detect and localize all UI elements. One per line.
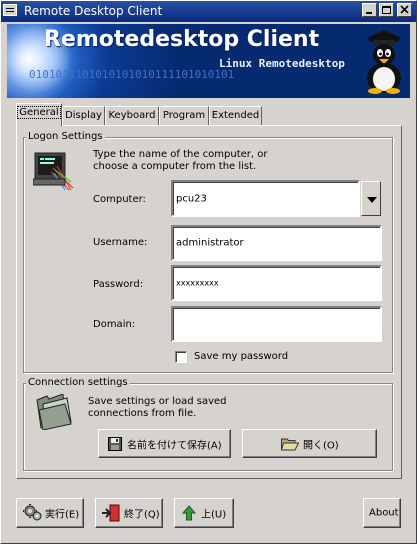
connection-text-line2: connections from file. — [88, 408, 197, 419]
computer-dropdown-button[interactable] — [361, 181, 381, 216]
tab-label: Program — [162, 110, 206, 121]
title-bar: Remote Desktop Client — [0, 0, 417, 22]
maximize-button[interactable] — [379, 3, 394, 17]
tab-general[interactable]: General — [16, 103, 62, 126]
computer-label: Computer: — [93, 194, 146, 205]
minimize-button[interactable] — [362, 3, 377, 17]
save-disk-icon — [108, 436, 122, 451]
open-label: 開く(O) — [303, 440, 339, 451]
save-password-label[interactable]: Save my password — [194, 350, 288, 363]
close-button[interactable] — [397, 3, 412, 17]
folder-icon — [36, 394, 72, 430]
run-label: 実行(E) — [45, 509, 80, 521]
save-password-checkbox[interactable] — [175, 351, 187, 363]
username-input[interactable]: administrator — [171, 225, 382, 261]
tab-label: General — [17, 106, 61, 119]
banner-subtitle: Linux Remotedesktop — [219, 57, 345, 70]
exit-label: 終了(Q) — [124, 509, 160, 521]
password-label: Password: — [93, 279, 144, 290]
password-value: xxxxxxxxx — [176, 278, 219, 288]
about-button[interactable]: About — [363, 498, 401, 528]
banner-title: Remotedesktop Client — [44, 27, 320, 52]
computer-combobox-input[interactable]: pcu23 — [171, 180, 360, 217]
tab-program[interactable]: Program — [159, 106, 209, 125]
computer-icon — [33, 152, 74, 191]
up-button[interactable]: 上(U) — [174, 498, 234, 528]
tab-label: Keyboard — [108, 110, 156, 121]
window-title: Remote Desktop Client — [24, 4, 163, 18]
tab-label: Extended — [211, 110, 260, 121]
domain-label: Domain: — [93, 319, 136, 330]
save-as-label: 名前を付けて保存(A) — [127, 440, 222, 451]
save-as-button[interactable]: 名前を付けて保存(A) — [98, 429, 231, 458]
tab-label: Display — [65, 110, 102, 121]
tab-display[interactable]: Display — [62, 106, 105, 125]
tab-keyboard[interactable]: Keyboard — [105, 106, 159, 125]
open-folder-icon — [281, 438, 299, 450]
window-menu-icon[interactable] — [3, 4, 17, 16]
logon-settings-title: Logon Settings — [26, 131, 105, 142]
close-icon — [400, 5, 409, 14]
about-label: About — [369, 507, 399, 519]
password-input[interactable]: xxxxxxxxx — [171, 265, 382, 301]
username-value: administrator — [176, 237, 244, 249]
exit-button[interactable]: 終了(Q) — [95, 498, 163, 528]
app-banner: 0101011101010101010111101010101 Remotede… — [7, 24, 410, 98]
run-button[interactable]: 実行(E) — [16, 498, 84, 528]
maximize-icon — [382, 6, 391, 14]
tab-extended[interactable]: Extended — [209, 106, 262, 125]
gears-icon — [23, 504, 42, 521]
username-label: Username: — [93, 237, 148, 248]
banner-binary-text: 0101011101010101010111101010101 — [29, 68, 235, 81]
minimize-icon — [366, 12, 372, 14]
logon-instruction-line2: choose a computer from the list. — [93, 161, 257, 172]
domain-input[interactable] — [171, 306, 382, 342]
up-label: 上(U) — [201, 509, 227, 521]
computer-value: pcu23 — [176, 193, 207, 204]
exit-door-icon — [102, 504, 120, 522]
connection-settings-title: Connection settings — [26, 377, 130, 388]
tux-penguin-icon — [367, 30, 401, 94]
open-button[interactable]: 開く(O) — [242, 429, 377, 458]
up-arrow-icon — [182, 505, 196, 521]
